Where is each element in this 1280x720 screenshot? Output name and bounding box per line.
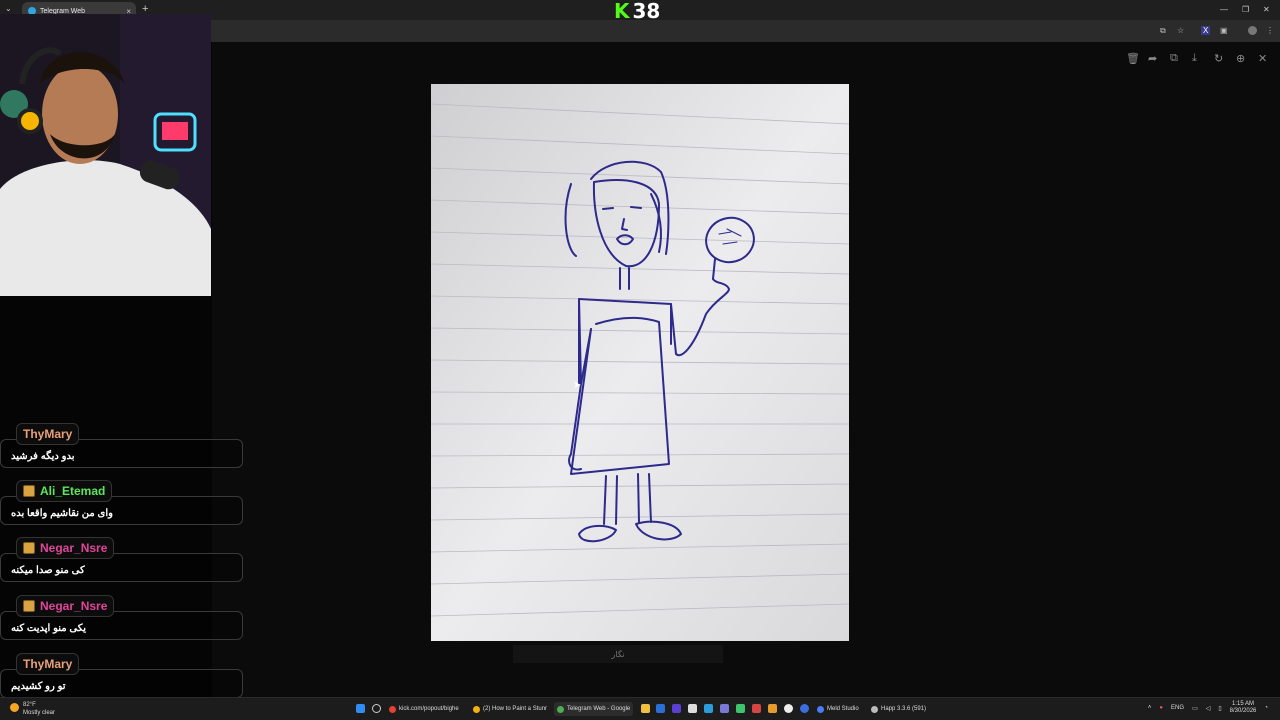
chat-username-text: ThyMary <box>23 657 73 671</box>
download-icon[interactable]: ⤓ <box>1192 52 1197 65</box>
app-icon[interactable] <box>656 704 665 713</box>
trash-icon[interactable]: 🗑 <box>1126 52 1140 65</box>
app-icon[interactable] <box>736 704 745 713</box>
app-icon[interactable] <box>688 704 697 713</box>
chrome-icon <box>557 705 564 713</box>
browser-menu-icon[interactable]: ⋮ <box>1266 26 1274 35</box>
notification-bell-icon[interactable]: ◔ <box>1264 705 1268 711</box>
chat-username-text: ThyMary <box>23 427 73 441</box>
rotate-icon[interactable]: ↻ <box>1214 52 1223 65</box>
chat-username[interactable]: Negar_Nsre <box>16 595 115 617</box>
notebook-drawing <box>431 84 849 641</box>
weather-desc: Mostly clear <box>23 710 56 716</box>
weather-temp: 82°F <box>23 702 36 708</box>
taskbar-app-meld[interactable]: Meld Studio <box>814 702 862 716</box>
tray-chevron-icon[interactable]: ˄ <box>1148 705 1152 711</box>
chat-username[interactable]: Ali_Etemad <box>16 480 113 502</box>
chat-username-text: Negar_Nsre <box>40 541 108 555</box>
chat-username-text: Ali_Etemad <box>40 484 106 498</box>
windows-taskbar: 82°F Mostly clear kick.com/popout/bighe … <box>0 697 1280 720</box>
chat-username[interactable]: ThyMary <box>16 653 80 675</box>
profile-avatar[interactable] <box>1248 26 1257 35</box>
taskbar-app-paint-video[interactable]: (2) How to Paint a Stunr <box>470 702 550 716</box>
app-icon[interactable] <box>752 704 761 713</box>
volume-icon[interactable]: ◁ <box>1206 705 1211 712</box>
webcam-feed <box>0 14 211 296</box>
drawing-photo <box>431 84 849 641</box>
kick-viewer-number: 38 <box>632 0 661 23</box>
clock-date: 8/30/2026 <box>1229 708 1257 714</box>
zoom-icon[interactable]: ⊕ <box>1236 52 1245 65</box>
network-icon[interactable]: ▭ <box>1192 705 1198 712</box>
taskbar-app-kick[interactable]: kick.com/popout/bighe <box>386 702 462 716</box>
file-explorer-icon[interactable] <box>641 704 650 713</box>
windows-start-icon[interactable] <box>356 704 365 713</box>
taskbar-app-label: Happ 3.3.6 (591) <box>881 706 927 712</box>
extension-icon[interactable]: X <box>1201 26 1211 35</box>
weather-sun-icon <box>10 703 19 712</box>
chrome-icon <box>473 705 480 713</box>
minimize-icon[interactable]: — <box>1220 5 1228 14</box>
taskbar-app-label: Telegram Web - Google <box>567 706 631 712</box>
taskbar-app-label: (2) How to Paint a Stunr <box>483 706 548 712</box>
chat-username[interactable]: ThyMary <box>16 423 80 445</box>
taskbar-app-label: Meld Studio <box>827 706 859 712</box>
copy-icon[interactable]: ⧉ <box>1170 52 1178 65</box>
subscriber-badge-icon <box>23 600 35 612</box>
system-tray: ˄ ● ENG ▭ ◁ ▯ 1:15 AM 8/30/2026 ◔ <box>1148 701 1268 715</box>
taskbar-app-telegram[interactable]: Telegram Web - Google <box>554 702 634 716</box>
kick-logo-letter: K <box>614 0 630 23</box>
chrome-icon <box>389 705 396 713</box>
streamer-camera-image <box>0 14 211 296</box>
subscriber-badge-icon <box>23 542 35 554</box>
app-icon[interactable] <box>800 704 809 713</box>
chat-username-text: Negar_Nsre <box>40 599 108 613</box>
happ-icon <box>871 705 878 713</box>
subscriber-badge-icon <box>23 485 35 497</box>
battery-icon[interactable]: ▯ <box>1218 705 1221 712</box>
app-icon[interactable] <box>720 704 729 713</box>
app-icon[interactable] <box>768 704 777 713</box>
window-close-icon[interactable]: ✕ <box>1263 5 1270 14</box>
restore-icon[interactable]: ❐ <box>1242 5 1249 14</box>
kick-logo: K 38 <box>614 0 661 23</box>
app-icon[interactable] <box>672 704 681 713</box>
language-indicator[interactable]: ENG <box>1171 705 1184 711</box>
bookmark-star-icon[interactable]: ☆ <box>1177 26 1184 35</box>
close-icon[interactable]: ✕ <box>1258 52 1267 65</box>
chat-username[interactable]: Negar_Nsre <box>16 537 115 559</box>
taskbar-app-label: kick.com/popout/bighe <box>399 706 459 712</box>
clock[interactable]: 1:15 AM 8/30/2026 <box>1230 701 1257 715</box>
app-icon[interactable] <box>784 704 793 713</box>
app-icon[interactable] <box>704 704 713 713</box>
forward-icon[interactable]: ➦ <box>1148 52 1157 65</box>
meld-studio-icon <box>817 705 824 713</box>
screen: ⌄ Telegram Web × + — ❐ ✕ ⧉ ☆ X ▣ ⋮ K 38 … <box>0 0 1280 720</box>
weather-widget[interactable]: 82°F Mostly clear <box>10 701 55 717</box>
media-caption: نگار <box>513 645 723 663</box>
taskbar-app-happ[interactable]: Happ 3.3.6 (591) <box>868 702 929 716</box>
microphone-icon[interactable]: ● <box>1159 705 1163 711</box>
mouse-cursor-icon: ➤ <box>573 380 582 391</box>
extensions-puzzle-icon[interactable]: ▣ <box>1220 26 1228 35</box>
install-app-icon[interactable]: ⧉ <box>1160 26 1166 36</box>
clock-time: 1:15 AM <box>1232 701 1255 707</box>
tab-search-button[interactable]: ⌄ <box>5 4 12 13</box>
search-icon[interactable] <box>372 704 381 713</box>
